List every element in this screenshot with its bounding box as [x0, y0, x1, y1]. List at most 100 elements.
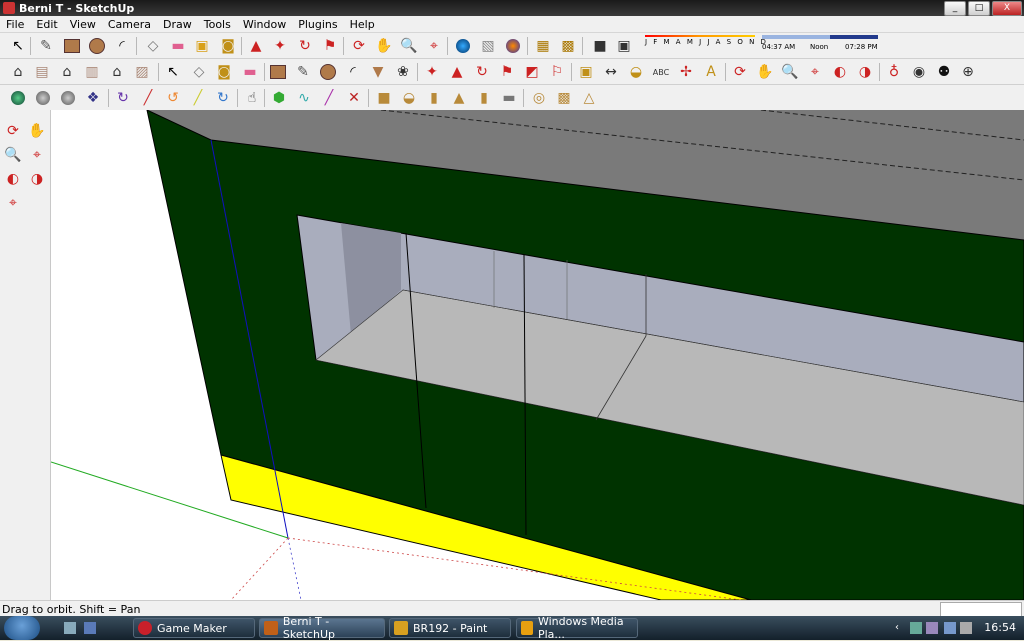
menu-plugins[interactable]: Plugins: [292, 18, 343, 31]
pan-icon[interactable]: ✋: [374, 36, 394, 56]
zoom-tool-icon[interactable]: 🔍: [780, 62, 800, 82]
position-camera-icon[interactable]: ♁: [884, 62, 904, 82]
tape-measure-icon[interactable]: ▣: [192, 36, 212, 56]
orbit-tool-icon[interactable]: ⟳: [730, 62, 750, 82]
measurements-box[interactable]: [940, 602, 1022, 617]
move-icon[interactable]: ✦: [270, 36, 290, 56]
prism-shape-icon[interactable]: ▩: [554, 88, 574, 108]
left-next-icon[interactable]: ◑: [26, 168, 48, 190]
scale-icon[interactable]: ◩: [522, 62, 542, 82]
shadow-settings-icon[interactable]: ■: [590, 36, 610, 56]
dynamic-component-icon[interactable]: ❖: [83, 88, 103, 108]
rewind-icon[interactable]: [33, 88, 53, 108]
rectangle-icon[interactable]: [62, 36, 82, 56]
dome-shape-icon[interactable]: ◒: [399, 88, 419, 108]
menu-file[interactable]: File: [0, 18, 30, 31]
hand-icon[interactable]: ☝: [242, 88, 262, 108]
component-icon[interactable]: ◇: [189, 62, 209, 82]
pause-icon[interactable]: [58, 88, 78, 108]
taskbar-clock[interactable]: 16:54: [984, 621, 1016, 634]
pushpull-tool-icon[interactable]: ▲: [447, 62, 467, 82]
line-tool-icon[interactable]: ✎: [293, 62, 313, 82]
sandbox-rotate-icon[interactable]: ↻: [113, 88, 133, 108]
arc-tool-icon[interactable]: ◜: [343, 62, 363, 82]
left-zoom-window-icon[interactable]: ⌖: [26, 144, 48, 166]
left-view-icon[interactable]: ▨: [132, 62, 152, 82]
sandbox-line-icon[interactable]: ╱: [138, 88, 158, 108]
share-model-icon[interactable]: ▧: [478, 36, 498, 56]
paint-bucket-icon[interactable]: ◙: [218, 36, 238, 56]
model-viewport[interactable]: [51, 110, 1024, 600]
task-sketchup[interactable]: Berni T - SketchUp: [259, 615, 385, 641]
tray-monitor-icon[interactable]: [944, 622, 956, 634]
menu-window[interactable]: Window: [237, 18, 292, 31]
tube-shape-icon[interactable]: ▮: [474, 88, 494, 108]
cone-shape-icon[interactable]: ▲: [449, 88, 469, 108]
pyramid-shape-icon[interactable]: △: [579, 88, 599, 108]
left-zoom-extents-icon[interactable]: ⌖: [2, 192, 24, 214]
freehand-icon[interactable]: ❀: [393, 62, 413, 82]
orbit-icon[interactable]: ⟳: [349, 36, 369, 56]
tape-tool-icon[interactable]: ▣: [576, 62, 596, 82]
paint-icon[interactable]: ◙: [214, 62, 234, 82]
pin-icon[interactable]: ╱: [319, 88, 339, 108]
circle-icon[interactable]: [87, 36, 107, 56]
menu-view[interactable]: View: [64, 18, 102, 31]
text-tool-icon[interactable]: ABC: [651, 62, 671, 82]
extrude-icon[interactable]: ⬢: [269, 88, 289, 108]
close-button[interactable]: X: [992, 1, 1022, 16]
display-shadows-icon[interactable]: ▣: [614, 36, 634, 56]
sandbox-arc-icon[interactable]: ↺: [163, 88, 183, 108]
followme-tool-icon[interactable]: ⚑: [497, 62, 517, 82]
arc-icon[interactable]: ◜: [112, 36, 132, 56]
shadow-date-time-slider[interactable]: J F M A M J J A S O N D 04:37 AM Noon 07…: [640, 35, 880, 57]
show-desktop-icon[interactable]: [64, 622, 76, 634]
3d-text-icon[interactable]: A: [701, 62, 721, 82]
sandbox-pen-icon[interactable]: ╱: [188, 88, 208, 108]
select-arrow-icon[interactable]: ↖: [163, 62, 183, 82]
switch-windows-icon[interactable]: [84, 622, 96, 634]
pencil-icon[interactable]: ✎: [36, 36, 56, 56]
model-canvas[interactable]: [51, 110, 1024, 600]
follow-me-icon[interactable]: ⚑: [320, 36, 340, 56]
maximize-button[interactable]: □: [968, 1, 990, 16]
torus-shape-icon[interactable]: ◎: [529, 88, 549, 108]
protractor-icon[interactable]: ◒: [626, 62, 646, 82]
sandbox-refresh-icon[interactable]: ↻: [213, 88, 233, 108]
axes-icon[interactable]: ✢: [676, 62, 696, 82]
front-view-icon[interactable]: ⌂: [57, 62, 77, 82]
menu-camera[interactable]: Camera: [102, 18, 157, 31]
next-view-icon[interactable]: ◑: [855, 62, 875, 82]
wave-icon[interactable]: ∿: [294, 88, 314, 108]
pan-tool-icon[interactable]: ✋: [755, 62, 775, 82]
menu-help[interactable]: Help: [344, 18, 381, 31]
zoom-window-icon[interactable]: ⌖: [805, 62, 825, 82]
make-group-icon[interactable]: ▩: [558, 36, 578, 56]
push-pull-icon[interactable]: ▲: [246, 36, 266, 56]
walk-icon[interactable]: ⚉: [934, 62, 954, 82]
left-zoom-icon[interactable]: 🔍: [2, 144, 24, 166]
left-pan-icon[interactable]: ✋: [26, 120, 48, 142]
move-tool-icon[interactable]: ✦: [422, 62, 442, 82]
left-orbit-icon[interactable]: ⟳: [2, 120, 24, 142]
google-earth-icon[interactable]: [503, 36, 523, 56]
task-game-maker[interactable]: Game Maker: [133, 618, 255, 638]
previous-view-icon[interactable]: ◐: [830, 62, 850, 82]
cylinder-shape-icon[interactable]: ▮: [424, 88, 444, 108]
dimension-icon[interactable]: ↔: [601, 62, 621, 82]
play-icon[interactable]: [8, 88, 28, 108]
rotate-icon[interactable]: ↻: [295, 36, 315, 56]
box-shape-icon[interactable]: ■: [374, 88, 394, 108]
right-view-icon[interactable]: ▥: [82, 62, 102, 82]
select-tool-icon[interactable]: ↖: [8, 36, 28, 56]
rect-tool-icon[interactable]: [268, 62, 288, 82]
get-models-icon[interactable]: [453, 36, 473, 56]
tray-network-icon[interactable]: [910, 622, 922, 634]
task-media-player[interactable]: Windows Media Pla...: [516, 615, 638, 641]
eraser-icon[interactable]: ▬: [168, 36, 188, 56]
menu-draw[interactable]: Draw: [157, 18, 198, 31]
task-paint[interactable]: BR192 - Paint: [389, 618, 511, 638]
delete-icon[interactable]: ✕: [344, 88, 364, 108]
tray-app-icon[interactable]: [926, 622, 938, 634]
start-button[interactable]: [4, 616, 40, 640]
